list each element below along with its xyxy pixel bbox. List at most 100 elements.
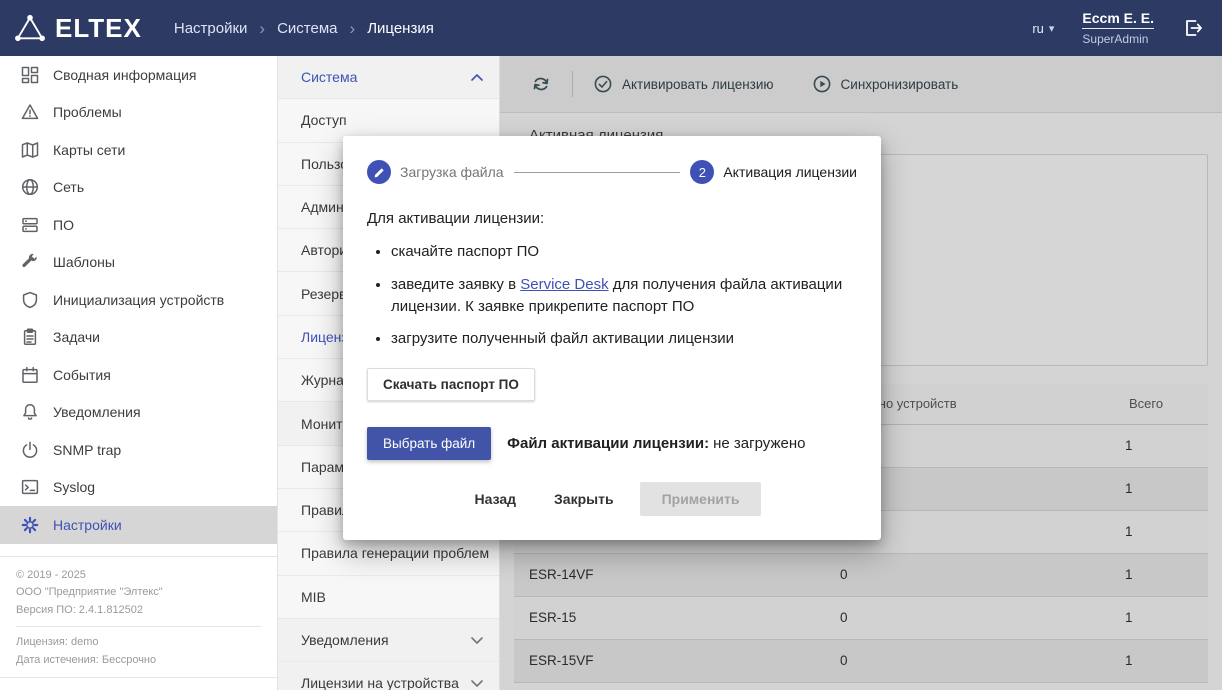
problems-icon <box>20 102 40 122</box>
step-number-circle: 2 <box>690 160 714 184</box>
globe-icon <box>20 177 40 197</box>
sidebar-item-events[interactable]: События <box>0 356 277 394</box>
user-role: SuperAdmin <box>1082 32 1154 46</box>
expiration-text: Дата истечения: Бессрочно <box>16 652 261 670</box>
chevron-down-icon <box>471 637 483 644</box>
sidebar-item-problems[interactable]: Проблемы <box>0 94 277 132</box>
activation-instructions-title: Для активации лицензии: <box>367 210 857 227</box>
close-button[interactable]: Закрыть <box>542 482 626 516</box>
activation-instructions-list: скачайте паспорт ПО заведите заявку в Se… <box>367 241 857 350</box>
breadcrumb-settings[interactable]: Настройки <box>174 20 248 37</box>
calendar-icon <box>20 365 40 385</box>
instruction-item: загрузите полученный файл активации лице… <box>391 328 857 350</box>
breadcrumb-separator-icon: › <box>350 20 356 37</box>
collapse-panel-button[interactable]: « Свернуть панель <box>0 677 277 690</box>
sidebar-item-label: Уведомления <box>53 404 141 420</box>
step-upload-file[interactable]: Загрузка файла <box>367 160 504 184</box>
user-menu[interactable]: Eccm E. E. SuperAdmin <box>1082 10 1154 46</box>
logout-icon <box>1182 17 1204 39</box>
choose-file-button[interactable]: Выбрать файл <box>367 427 491 460</box>
company-text: ООО "Предприятие "Элтекс" <box>16 584 261 602</box>
sidebar-item-label: Настройки <box>53 517 122 533</box>
submenu-item-label: Автори <box>301 242 347 258</box>
file-status: Файл активации лицензии:не загружено <box>507 435 805 452</box>
app-window: ELTEX Настройки › Система › Лицензия ru … <box>0 0 1222 690</box>
service-desk-link[interactable]: Service Desk <box>520 276 608 293</box>
breadcrumb-system[interactable]: Система <box>277 20 337 37</box>
sidebar-item-network[interactable]: Сеть <box>0 169 277 207</box>
copyright-text: © 2019 - 2025 <box>16 567 261 585</box>
submenu-item-mib[interactable]: MIB <box>278 576 499 619</box>
main-sidebar: Сводная информация Проблемы Карты сети С… <box>0 56 278 690</box>
version-text: Версия ПО: 2.4.1.812502 <box>16 602 261 620</box>
brand-name: ELTEX <box>55 13 142 44</box>
sidebar-item-label: События <box>53 367 111 383</box>
chevron-up-icon <box>471 74 483 81</box>
step-activate-license[interactable]: 2 Активация лицензии <box>690 160 857 184</box>
stepper-connector <box>514 172 681 173</box>
sidebar-item-label: SNMP trap <box>53 442 121 458</box>
sidebar-item-syslog[interactable]: Syslog <box>0 469 277 507</box>
sidebar-item-label: Проблемы <box>53 104 122 120</box>
submenu-section-notifications[interactable]: Уведомления <box>278 619 499 662</box>
logout-button[interactable] <box>1182 17 1204 39</box>
file-upload-row: Выбрать файл Файл активации лицензии:не … <box>367 427 857 460</box>
breadcrumb-license: Лицензия <box>367 20 434 37</box>
instruction-text: скачайте паспорт ПО <box>391 243 539 260</box>
instruction-item: скачайте паспорт ПО <box>391 241 857 263</box>
gear-icon <box>20 515 40 535</box>
language-selector[interactable]: ru ▾ <box>1032 21 1054 36</box>
dialog-actions: Назад Закрыть Применить <box>367 482 857 516</box>
step-completed-circle <box>367 160 391 184</box>
sidebar-item-label: ПО <box>53 217 74 233</box>
submenu-section-label: Лицензии на устройства <box>301 675 459 690</box>
back-button[interactable]: Назад <box>463 482 529 516</box>
sidebar-item-label: Карты сети <box>53 142 125 158</box>
license-activation-dialog: Загрузка файла 2 Активация лицензии Для … <box>343 136 881 540</box>
step-label: Загрузка файла <box>400 164 504 180</box>
sidebar-item-templates[interactable]: Шаблоны <box>0 244 277 282</box>
submenu-item-label: Доступ <box>301 112 347 128</box>
sidebar-item-label: Syslog <box>53 479 95 495</box>
sidebar-item-device-init[interactable]: Инициализация устройств <box>0 281 277 319</box>
breadcrumb: Настройки › Система › Лицензия <box>174 20 434 37</box>
instruction-item: заведите заявку в Service Desk для получ… <box>391 274 857 318</box>
file-status-value: не загружено <box>713 435 805 452</box>
license-text: Лицензия: demo <box>16 634 261 652</box>
sidebar-item-network-maps[interactable]: Карты сети <box>0 131 277 169</box>
sidebar-footer: © 2019 - 2025 ООО "Предприятие "Элтекс" … <box>0 556 277 678</box>
instruction-text: заведите заявку в <box>391 276 520 293</box>
sidebar-item-label: Шаблоны <box>53 254 115 270</box>
dashboard-icon <box>20 65 40 85</box>
pencil-icon <box>373 166 386 179</box>
sidebar-item-settings[interactable]: Настройки <box>0 506 277 544</box>
server-icon <box>20 215 40 235</box>
apply-button[interactable]: Применить <box>640 482 762 516</box>
instruction-text: загрузите полученный файл активации лице… <box>391 330 734 347</box>
chevron-down-icon <box>471 680 483 687</box>
power-icon <box>20 440 40 460</box>
language-value: ru <box>1032 21 1044 36</box>
submenu-item-label: Лиценз <box>301 329 348 345</box>
user-name: Eccm E. E. <box>1082 10 1154 29</box>
bell-icon <box>20 402 40 422</box>
sidebar-item-summary[interactable]: Сводная информация <box>0 56 277 94</box>
submenu-section-label: Система <box>301 69 357 85</box>
submenu-item-label: Правила генерации проблем <box>301 545 489 561</box>
sidebar-item-label: Сеть <box>53 179 84 195</box>
eltex-logo[interactable]: ELTEX <box>0 13 158 44</box>
footer-divider <box>16 626 261 627</box>
submenu-section-device-licenses[interactable]: Лицензии на устройства <box>278 662 499 690</box>
sidebar-item-snmp-trap[interactable]: SNMP trap <box>0 431 277 469</box>
shield-icon <box>20 290 40 310</box>
download-passport-button[interactable]: Скачать паспорт ПО <box>367 368 535 401</box>
eltex-triangle-icon <box>14 14 46 42</box>
sidebar-item-notifications[interactable]: Уведомления <box>0 394 277 432</box>
header-right: ru ▾ Eccm E. E. SuperAdmin <box>1032 10 1222 46</box>
sidebar-item-tasks[interactable]: Задачи <box>0 319 277 357</box>
chevron-down-icon: ▾ <box>1049 22 1055 35</box>
submenu-section-label: Уведомления <box>301 632 389 648</box>
submenu-section-system[interactable]: Система <box>278 56 499 99</box>
breadcrumb-separator-icon: › <box>259 20 265 37</box>
sidebar-item-firmware[interactable]: ПО <box>0 206 277 244</box>
